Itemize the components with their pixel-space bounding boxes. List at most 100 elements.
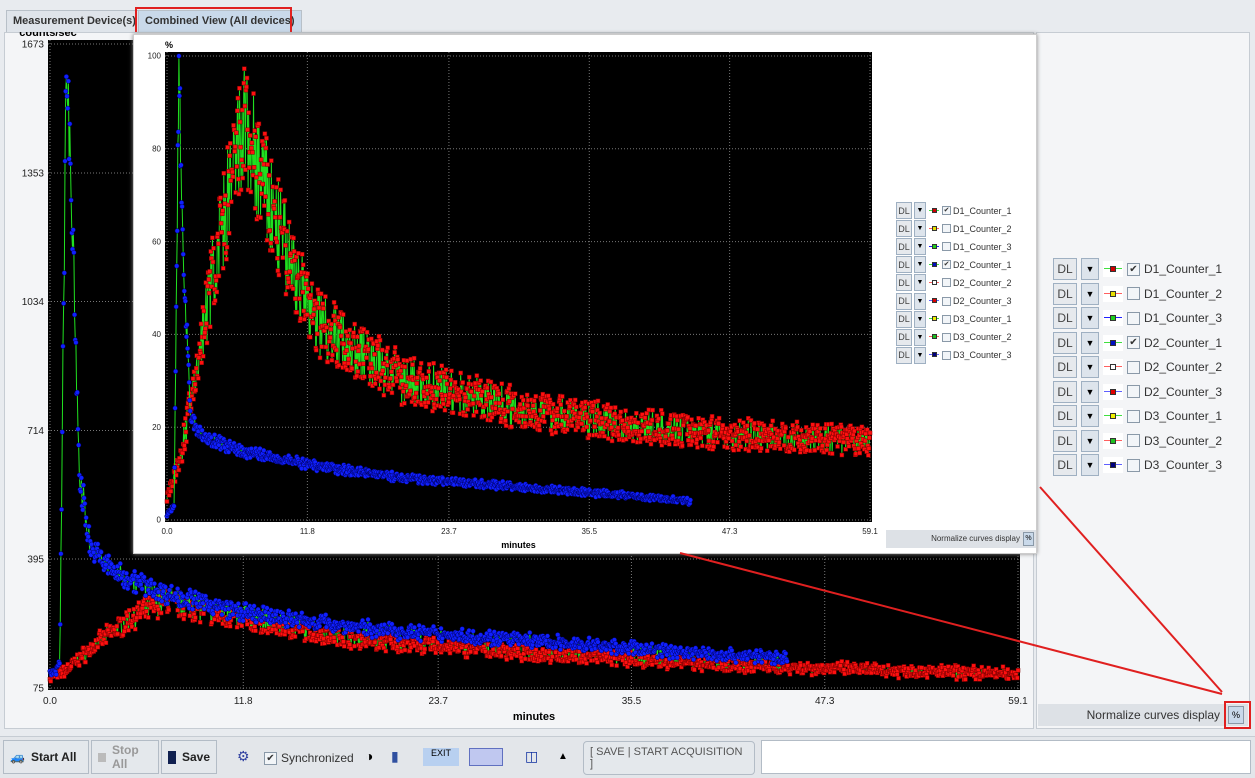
grid-icon[interactable]: ◫ <box>525 748 538 766</box>
curve-checkbox[interactable] <box>1127 287 1140 300</box>
chevron-down-icon[interactable]: ▼ <box>1081 331 1099 354</box>
curve-checkbox[interactable] <box>1127 458 1140 472</box>
curve-checkbox[interactable] <box>942 332 951 342</box>
curve-checkbox[interactable] <box>942 224 951 234</box>
chevron-down-icon[interactable]: ▼ <box>914 274 926 292</box>
curve-checkbox[interactable] <box>942 296 951 306</box>
curve-style-icon[interactable] <box>928 313 940 326</box>
chevron-down-icon[interactable]: ▼ <box>914 202 926 219</box>
data-point <box>859 424 865 430</box>
curve-checkbox[interactable]: ✔ <box>1127 336 1140 349</box>
curve-style-icon[interactable] <box>1103 383 1123 400</box>
chevron-down-icon[interactable]: ▼ <box>1081 356 1099 378</box>
data-point <box>509 424 514 430</box>
chevron-down-icon[interactable]: ▼ <box>1081 405 1099 427</box>
data-point <box>253 628 258 633</box>
chevron-down-icon[interactable]: ▼ <box>914 310 926 328</box>
sync-icon[interactable]: ⚙ <box>237 748 250 766</box>
curve-style-icon[interactable] <box>928 204 940 217</box>
device-icon[interactable]: ▮ <box>391 748 399 766</box>
data-point <box>569 423 575 428</box>
stop-all-button[interactable]: Stop All <box>91 740 159 774</box>
mode-select[interactable]: DL <box>1053 282 1077 305</box>
curve-style-icon[interactable] <box>1103 432 1123 449</box>
start-all-button[interactable]: 🚙 Start All <box>3 740 89 774</box>
chevron-down-icon[interactable]: ▼ <box>914 328 926 346</box>
curve-style-icon[interactable] <box>1103 408 1123 424</box>
curve-style-icon[interactable] <box>928 349 940 362</box>
curve-checkbox[interactable] <box>1127 409 1140 423</box>
mode-select[interactable]: DL <box>896 256 912 274</box>
mode-select[interactable]: DL <box>896 238 912 256</box>
chevron-down-icon[interactable]: ▼ <box>914 346 926 364</box>
chevron-down-icon[interactable]: ▼ <box>914 238 926 256</box>
mode-select[interactable]: DL <box>1053 258 1077 280</box>
curve-checkbox[interactable] <box>1127 434 1140 447</box>
mode-select[interactable]: DL <box>896 328 912 346</box>
legend-item: DL ▼ D3_Counter_2 <box>896 328 1012 346</box>
save-start-acquisition-button[interactable]: [ SAVE | START ACQUISITION ] <box>583 741 755 775</box>
chevron-down-icon[interactable]: ▼ <box>914 256 926 274</box>
curve-style-icon[interactable] <box>928 258 940 271</box>
curve-style-icon[interactable] <box>928 331 940 344</box>
chevron-down-icon[interactable]: ▼ <box>1081 380 1099 403</box>
data-point <box>235 95 241 101</box>
chevron-down-icon[interactable]: ▼ <box>1081 454 1099 476</box>
mode-select[interactable]: DL <box>896 346 912 364</box>
mode-select[interactable]: DL <box>896 202 912 219</box>
chevron-down-icon[interactable]: ▼ <box>1081 307 1099 329</box>
mode-select[interactable]: DL <box>1053 307 1077 329</box>
curve-style-icon[interactable] <box>1103 359 1123 375</box>
synchronized-checkbox[interactable]: ✔ Synchronized <box>264 751 354 765</box>
curve-checkbox[interactable]: ✔ <box>942 206 951 215</box>
data-point <box>227 624 233 629</box>
curve-style-icon[interactable] <box>928 222 940 235</box>
curve-checkbox[interactable]: ✔ <box>942 260 951 270</box>
chevron-down-icon[interactable]: ▼ <box>914 292 926 310</box>
chevron-down-icon[interactable]: ▼ <box>914 220 926 238</box>
curve-style-icon[interactable] <box>1103 285 1123 302</box>
mode-select[interactable]: DL <box>1053 356 1077 378</box>
curve-style-icon[interactable] <box>1103 310 1123 326</box>
curve-checkbox[interactable] <box>942 278 951 288</box>
mode-select[interactable]: DL <box>896 292 912 310</box>
mode-select[interactable]: DL <box>896 310 912 328</box>
curve-checkbox[interactable] <box>942 314 951 324</box>
layout-icon[interactable] <box>469 748 503 766</box>
curve-checkbox[interactable] <box>942 350 951 360</box>
mode-select[interactable]: DL <box>896 220 912 238</box>
mode-select[interactable]: DL <box>1053 405 1077 427</box>
curve-checkbox[interactable] <box>1127 385 1140 398</box>
mode-select[interactable]: DL <box>896 274 912 292</box>
curve-style-icon[interactable] <box>1103 334 1123 351</box>
curve-style-icon[interactable] <box>928 276 940 289</box>
mode-select[interactable]: DL <box>1053 380 1077 403</box>
mode-select[interactable]: DL <box>1053 454 1077 476</box>
data-point <box>290 286 296 291</box>
curve-style-icon[interactable] <box>1103 261 1123 277</box>
mode-select[interactable]: DL <box>1053 429 1077 452</box>
x-tick-label: 35.5 <box>622 696 642 707</box>
chevron-down-icon[interactable]: ▼ <box>1081 282 1099 305</box>
curve-checkbox[interactable] <box>1127 311 1140 325</box>
curve-style-icon[interactable] <box>1103 457 1123 473</box>
curve-checkbox[interactable]: ✔ <box>1127 262 1140 276</box>
curve-style-icon[interactable] <box>928 295 940 307</box>
chevron-down-icon[interactable]: ▼ <box>1081 429 1099 452</box>
exit-icon[interactable]: EXIT <box>423 748 459 766</box>
chevron-down-icon[interactable]: ▼ <box>1081 258 1099 280</box>
data-point <box>447 650 453 656</box>
expand-up-icon[interactable]: ▲ <box>558 751 568 769</box>
tab-measurement-devices[interactable]: Measurement Device(s) <box>6 10 143 32</box>
data-point <box>642 415 648 420</box>
mode-select[interactable]: DL <box>1053 331 1077 354</box>
checkbox[interactable]: ✔ <box>264 751 277 765</box>
curve-checkbox[interactable] <box>1127 360 1140 374</box>
save-button[interactable]: Save <box>161 740 217 774</box>
timer-icon[interactable]: ◑ <box>365 748 373 766</box>
curve-style-icon[interactable] <box>928 240 940 253</box>
data-point <box>57 621 63 627</box>
curve-checkbox[interactable] <box>942 242 951 252</box>
data-point <box>219 612 225 618</box>
data-point <box>239 623 245 629</box>
